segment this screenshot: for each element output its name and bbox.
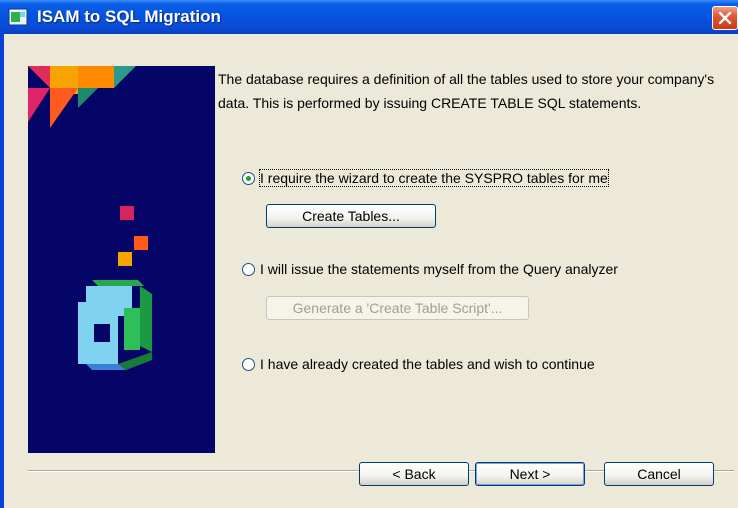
radio-button[interactable] <box>242 262 255 276</box>
close-button[interactable] <box>712 6 738 30</box>
option-already-created[interactable]: I have already created the tables and wi… <box>242 356 595 372</box>
app-icon <box>8 8 28 26</box>
banner-image <box>28 66 215 453</box>
sql-migration-logo <box>28 66 152 370</box>
create-tables-button[interactable]: Create Tables... <box>266 204 436 228</box>
radio-button[interactable] <box>242 357 255 371</box>
option-label: I require the wizard to create the SYSPR… <box>259 169 609 187</box>
migration-dialog-window: ISAM to SQL Migration The database requi… <box>0 0 738 508</box>
generate-script-button[interactable]: Generate a 'Create Table Script'... <box>266 296 529 320</box>
cancel-button[interactable]: Cancel <box>604 462 714 486</box>
window-title: ISAM to SQL Migration <box>37 7 221 26</box>
next-button[interactable]: Next > <box>475 462 585 486</box>
radio-button[interactable] <box>242 171 255 185</box>
option-wizard-create[interactable]: I require the wizard to create the SYSPR… <box>242 169 609 187</box>
description-text: The database requires a definition of al… <box>218 71 715 111</box>
option-label: I have already created the tables and wi… <box>260 356 595 372</box>
title-bar[interactable]: ISAM to SQL Migration <box>0 0 738 34</box>
close-icon <box>718 11 732 25</box>
option-manual-statements[interactable]: I will issue the statements myself from … <box>242 261 618 277</box>
option-label: I will issue the statements myself from … <box>260 261 618 277</box>
back-button[interactable]: < Back <box>359 462 469 486</box>
dialog-body: The database requires a definition of al… <box>4 34 738 508</box>
